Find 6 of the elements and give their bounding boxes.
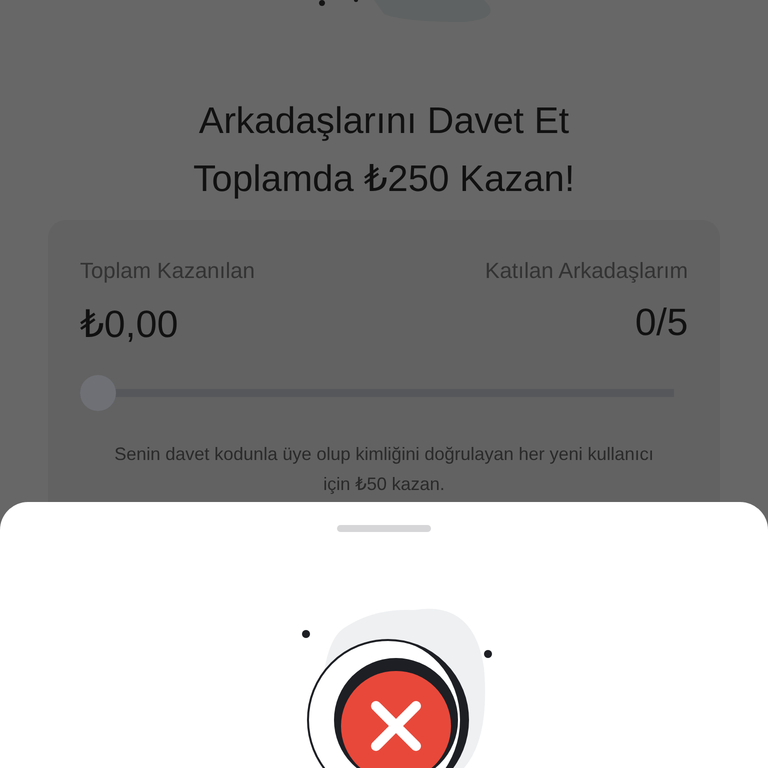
referral-note: Senin davet kodunla üye olup kimliğini doğrulayan her yeni kullanıcı için ₺50 kazan. xyxy=(114,443,654,496)
page-title: Arkadaşlarını Davet Et xyxy=(198,99,570,143)
stat-value: 0/5 xyxy=(635,302,688,345)
sheet-handle[interactable] xyxy=(337,525,431,532)
page-title: Toplamda ₺250 Kazan! xyxy=(193,157,575,201)
stat-value: ₺0,00 xyxy=(80,303,180,347)
